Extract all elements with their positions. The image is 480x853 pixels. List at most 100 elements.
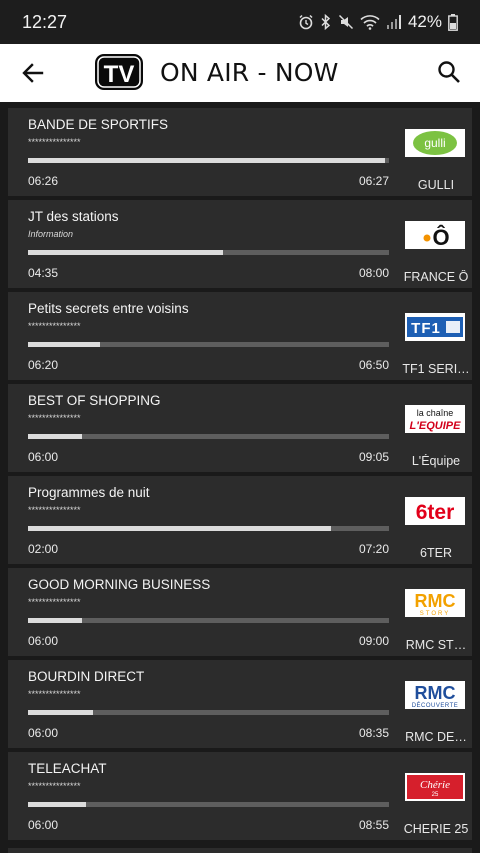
program-subtitle: *************** — [28, 505, 81, 515]
program-subtitle: Information — [28, 229, 74, 239]
progress-fill — [28, 158, 386, 163]
channel-name: TF1 SERI… — [402, 362, 470, 376]
progress-fill — [28, 526, 332, 531]
progress-bar — [28, 158, 389, 163]
channel-name: RMC ST… — [405, 638, 467, 652]
lequipe-logo-text-bottom: L'EQUIPE — [410, 420, 462, 432]
mute-icon — [338, 14, 353, 30]
6ter-logo-text: 6ter — [416, 501, 455, 524]
channel-name: 6TER — [420, 546, 452, 560]
program-subtitle: *************** — [28, 413, 81, 423]
program-card-partial[interactable] — [8, 848, 472, 853]
progress-fill — [28, 250, 223, 255]
6ter-logo: 6ter — [405, 497, 465, 525]
rmc-decouverte-logo-sub: DÉCOUVERTE — [412, 702, 459, 709]
rmc-story-logo-sub: STORY — [420, 611, 450, 617]
tv-logo-icon: TV — [95, 54, 143, 90]
program-title: BEST OF SHOPPING — [28, 393, 161, 408]
program-title: BANDE DE SPORTIFS — [28, 117, 169, 132]
lequipe-logo-text-top: la chaîne — [417, 408, 454, 418]
channel-name: RMC DE… — [405, 730, 467, 744]
program-title: BOURDIN DIRECT — [28, 669, 145, 684]
france-o-logo-text: Ô — [432, 225, 449, 249]
lequipe-logo: la chaîne L'EQUIPE — [405, 405, 465, 433]
program-subtitle: *************** — [28, 137, 81, 147]
alarm-icon — [299, 14, 313, 30]
progress-bar — [28, 434, 389, 439]
progress-bar — [28, 342, 389, 347]
program-list[interactable]: BANDE DE SPORTIFS *************** 06:26 … — [0, 102, 480, 853]
program-title: JT des stations — [28, 209, 119, 224]
program-title: TELEACHAT — [28, 761, 107, 776]
program-card[interactable]: GOOD MORNING BUSINESS *************** 06… — [8, 568, 472, 656]
start-time: 04:35 — [28, 266, 59, 280]
status-bar: 12:27 42% — [0, 0, 480, 44]
bluetooth-icon — [321, 14, 331, 30]
program-card[interactable]: JT des stations Information 04:35 08:00 … — [8, 200, 472, 288]
gulli-logo: gulli — [405, 129, 465, 157]
program-subtitle: *************** — [28, 781, 81, 791]
battery-percentage: 42% — [407, 12, 442, 31]
end-time: 08:00 — [359, 266, 390, 280]
start-time: 06:00 — [28, 818, 59, 832]
program-title: Programmes de nuit — [28, 485, 150, 500]
program-card[interactable]: Petits secrets entre voisins ***********… — [8, 292, 472, 380]
page-title: ON AIR - NOW — [160, 58, 339, 87]
program-card[interactable]: BOURDIN DIRECT *************** 06:00 08:… — [8, 660, 472, 748]
program-card[interactable]: TELEACHAT *************** 06:00 08:55 Ch… — [8, 752, 472, 840]
program-subtitle: *************** — [28, 321, 81, 331]
program-card[interactable]: BEST OF SHOPPING *************** 06:00 0… — [8, 384, 472, 472]
channel-name: CHERIE 25 — [403, 822, 469, 836]
rmc-story-logo-text: RMC — [415, 591, 456, 611]
progress-fill — [28, 802, 86, 807]
signal-icon — [386, 15, 401, 29]
program-title: GOOD MORNING BUSINESS — [28, 577, 211, 592]
rmc-story-logo: RMC STORY — [405, 589, 465, 617]
france-o-logo: Ô — [405, 221, 465, 249]
end-time: 08:55 — [359, 818, 390, 832]
progress-bar — [28, 250, 389, 255]
end-time: 08:35 — [359, 726, 390, 740]
end-time: 09:00 — [359, 634, 390, 648]
cherie25-logo: Chérie 25 — [405, 773, 465, 801]
progress-bar — [28, 802, 389, 807]
end-time: 06:50 — [359, 358, 390, 372]
progress-fill — [28, 342, 101, 347]
channel-name: GULLI — [417, 178, 455, 192]
rmc-decouverte-logo: RMC DÉCOUVERTE — [405, 681, 465, 709]
progress-bar — [28, 710, 389, 715]
start-time: 06:00 — [28, 634, 59, 648]
program-subtitle: *************** — [28, 689, 81, 699]
cherie25-logo-text: Chérie — [420, 779, 450, 791]
program-title: Petits secrets entre voisins — [28, 301, 189, 316]
progress-bar — [28, 618, 389, 623]
progress-bar — [28, 526, 389, 531]
back-arrow-icon[interactable] — [20, 60, 46, 86]
start-time: 02:00 — [28, 542, 59, 556]
progress-fill — [28, 618, 83, 623]
tf1-series-logo: TF1 — [405, 313, 465, 341]
program-card[interactable]: BANDE DE SPORTIFS *************** 06:26 … — [8, 108, 472, 196]
program-subtitle: *************** — [28, 597, 81, 607]
wifi-icon — [360, 15, 380, 30]
app-bar: TV ON AIR - NOW — [0, 44, 480, 102]
start-time: 06:20 — [28, 358, 59, 372]
status-icons: 42% — [298, 12, 458, 32]
battery-icon — [448, 13, 458, 31]
program-card[interactable]: Programmes de nuit *************** 02:00… — [8, 476, 472, 564]
start-time: 06:00 — [28, 450, 59, 464]
search-icon[interactable] — [436, 59, 462, 85]
channel-name: FRANCE Ô — [403, 270, 469, 284]
end-time: 09:05 — [359, 450, 390, 464]
start-time: 06:00 — [28, 726, 59, 740]
rmc-decouverte-logo-text: RMC — [415, 683, 456, 703]
channel-name: L'Équipe — [411, 454, 461, 468]
progress-fill — [28, 434, 83, 439]
gulli-logo-text: gulli — [424, 136, 445, 150]
tf1-logo-text: TF1 — [411, 320, 441, 337]
status-time: 12:27 — [22, 12, 68, 32]
end-time: 07:20 — [359, 542, 390, 556]
cherie25-logo-sub: 25 — [432, 792, 439, 798]
end-time: 06:27 — [359, 174, 390, 188]
tv-logo-text: TV — [104, 61, 135, 88]
